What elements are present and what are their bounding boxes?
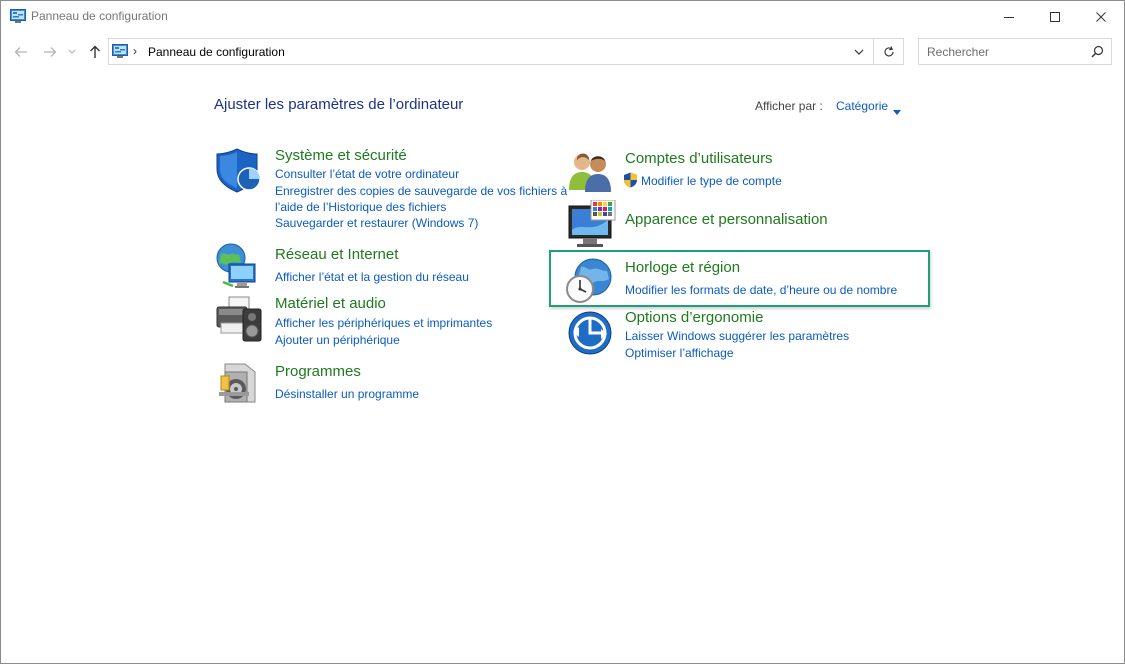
caret-down-icon[interactable] (893, 102, 901, 120)
programs-disc-icon[interactable] (215, 362, 261, 413)
search-icon[interactable] (1091, 45, 1104, 63)
chevron-down-icon (854, 49, 864, 55)
users-icon[interactable] (567, 150, 615, 197)
breadcrumb-control-panel[interactable]: Panneau de configuration (148, 45, 285, 59)
control-panel-icon (112, 44, 128, 63)
close-icon (1096, 11, 1106, 22)
category-title[interactable]: Système et sécurité (275, 147, 407, 164)
link-change-account-type[interactable]: Modifier le type de compte (641, 173, 782, 189)
printer-speaker-icon[interactable] (215, 295, 263, 350)
shield-icon[interactable] (215, 147, 263, 198)
title-bar[interactable]: Panneau de configuration (1, 1, 1124, 32)
network-globe-icon[interactable] (215, 242, 263, 295)
link-uninstall-program[interactable]: Désinstaller un programme (275, 386, 419, 402)
category-title[interactable]: Comptes d’utilisateurs (625, 150, 773, 167)
arrow-up-icon (90, 45, 100, 58)
link-file-history[interactable]: l’aide de l’Historique des fichiers (275, 199, 446, 215)
minimize-icon (1004, 16, 1014, 18)
category-title[interactable]: Apparence et personnalisation (625, 211, 828, 228)
link-windows-suggest-settings[interactable]: Laisser Windows suggérer les paramètres (625, 328, 849, 344)
window-title: Panneau de configuration (31, 9, 168, 23)
chevron-down-icon (68, 49, 76, 54)
address-bar[interactable]: › Panneau de configuration (108, 38, 904, 65)
breadcrumb-separator[interactable]: › (133, 44, 137, 58)
close-button[interactable] (1078, 1, 1124, 32)
search-placeholder: Rechercher (927, 45, 990, 59)
minimize-button[interactable] (986, 1, 1032, 32)
uac-shield-icon (623, 172, 638, 193)
search-input[interactable]: Rechercher (918, 38, 1112, 65)
link-save-backup-copies[interactable]: Enregistrer des copies de sauvegarde de … (275, 183, 567, 199)
control-panel-window: Panneau de configuration › Panneau de co… (0, 0, 1125, 664)
link-backup-restore[interactable]: Sauvegarder et restaurer (Windows 7) (275, 215, 478, 231)
category-title[interactable]: Options d’ergonomie (625, 309, 763, 326)
link-check-computer-status[interactable]: Consulter l’état de votre ordinateur (275, 166, 459, 182)
link-optimize-display[interactable]: Optimiser l’affichage (625, 345, 734, 361)
refresh-button[interactable] (873, 39, 904, 64)
maximize-button[interactable] (1032, 1, 1078, 32)
monitor-palette-icon[interactable] (567, 199, 617, 255)
refresh-icon (884, 45, 894, 56)
maximize-icon (1050, 11, 1060, 22)
up-button[interactable] (87, 43, 103, 61)
category-title[interactable]: Matériel et audio (275, 295, 386, 312)
page-title: Ajuster les paramètres de l’ordinateur (214, 96, 464, 113)
link-add-device[interactable]: Ajouter un périphérique (275, 332, 400, 348)
address-dropdown-button[interactable] (846, 39, 872, 64)
link-network-status[interactable]: Afficher l’état et la gestion du réseau (275, 269, 469, 285)
arrow-right-icon (44, 47, 57, 57)
back-button[interactable] (13, 43, 29, 61)
control-panel-icon (10, 9, 26, 28)
category-title[interactable]: Programmes (275, 363, 361, 380)
recent-locations-button[interactable] (66, 43, 78, 61)
link-devices-printers[interactable]: Afficher les périphériques et imprimante… (275, 315, 492, 331)
selection-highlight (549, 250, 930, 307)
forward-button[interactable] (42, 43, 58, 61)
category-title[interactable]: Réseau et Internet (275, 246, 398, 263)
ease-of-access-icon[interactable] (567, 310, 613, 361)
view-by-label: Afficher par : (755, 99, 823, 113)
view-by-dropdown[interactable]: Catégorie (836, 99, 888, 113)
arrow-left-icon (14, 47, 27, 57)
